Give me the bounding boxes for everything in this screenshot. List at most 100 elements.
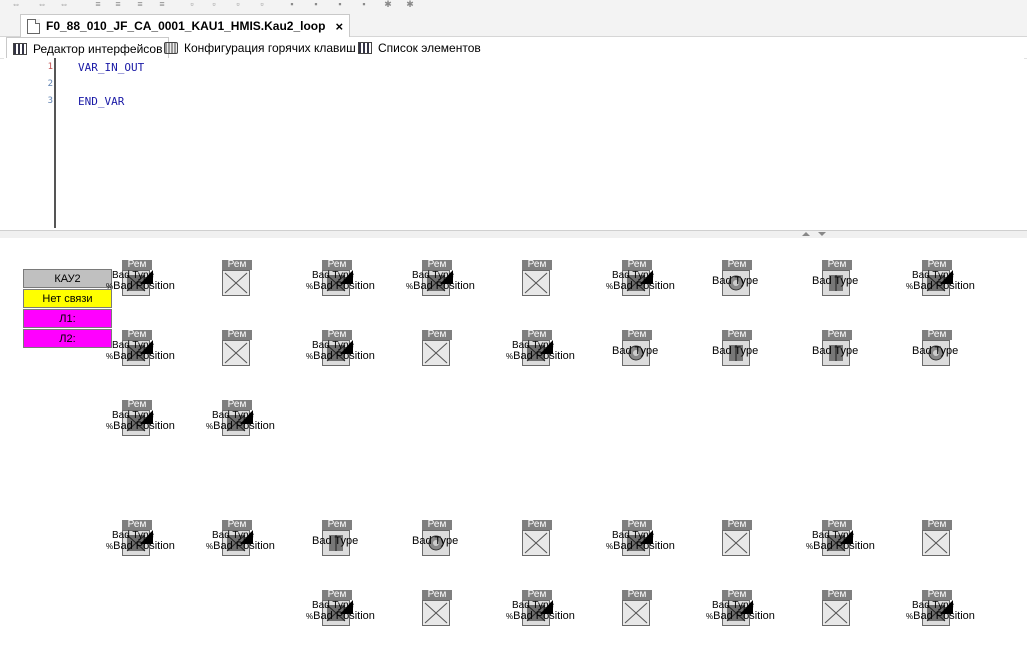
toolbar-order-icon[interactable]: ▪ bbox=[286, 0, 298, 9]
valve-widget[interactable]: Рем bbox=[700, 520, 770, 560]
widget-header: Рем bbox=[922, 590, 952, 600]
kau-title: КАУ2 bbox=[23, 269, 112, 288]
cross-icon bbox=[422, 340, 450, 366]
bad-position-label: %Bad Position bbox=[406, 281, 476, 292]
kau-line2: Л2: bbox=[23, 329, 112, 348]
bad-position-text: Bad Position bbox=[113, 350, 175, 362]
bad-type-label: Bad Type bbox=[712, 345, 759, 357]
bad-position-text: Bad Position bbox=[113, 280, 175, 292]
valve-widget[interactable]: Рем Bad Type bbox=[600, 330, 670, 370]
tab-label: Список элементов bbox=[378, 40, 481, 55]
toolbar-size-icon[interactable]: ▫ bbox=[186, 0, 198, 9]
valve-widget[interactable]: Рем bbox=[200, 260, 270, 300]
valve-widget[interactable]: Рем bbox=[500, 520, 570, 560]
bad-position-text: Bad Position bbox=[713, 610, 775, 622]
widget-header: Рем bbox=[122, 400, 152, 410]
widget-header: Рем bbox=[222, 330, 252, 340]
valve-widget[interactable]: Рем Bad Type %Bad Position bbox=[700, 590, 775, 630]
toolbar-size-icon[interactable]: ▫ bbox=[208, 0, 220, 9]
valve-widget[interactable]: Рем Bad Type %Bad Position bbox=[100, 330, 175, 370]
toolbar-size-icon[interactable]: ▫ bbox=[256, 0, 268, 9]
valve-widget[interactable]: Рем Bad Type %Bad Position bbox=[100, 520, 175, 560]
bad-position-label: %Bad Position bbox=[806, 541, 876, 552]
valve-widget[interactable]: Рем Bad Type bbox=[800, 260, 870, 300]
toolbar-distribute-icon[interactable]: ≡ bbox=[156, 0, 168, 9]
cross-icon bbox=[922, 530, 950, 556]
toolbar-distribute-icon[interactable]: ≡ bbox=[112, 0, 124, 9]
toolbar-align-icon[interactable]: ⇔ bbox=[10, 0, 22, 9]
valve-widget[interactable]: Рем bbox=[200, 330, 270, 370]
valve-widget[interactable]: Рем Bad Type %Bad Position bbox=[100, 260, 175, 300]
bad-position-label: %Bad Position bbox=[106, 351, 176, 362]
valve-widget[interactable]: Рем Bad Type bbox=[400, 520, 470, 560]
bad-position-label: %Bad Position bbox=[706, 611, 776, 622]
bad-position-text: Bad Position bbox=[213, 420, 275, 432]
line-number: 3 bbox=[47, 96, 53, 106]
widget-header: Рем bbox=[722, 590, 752, 600]
bad-position-label: %Bad Position bbox=[306, 611, 376, 622]
valve-widget[interactable]: Рем Bad Type %Bad Position bbox=[500, 590, 575, 630]
valve-widget[interactable]: Рем Bad Type bbox=[800, 330, 870, 370]
toolbar-order-icon[interactable]: ▪ bbox=[334, 0, 346, 9]
valve-widget[interactable]: Рем Bad Type bbox=[300, 520, 370, 560]
valve-widget[interactable]: Рем Bad Type bbox=[700, 330, 770, 370]
valve-widget[interactable]: Рем bbox=[900, 520, 970, 560]
valve-widget[interactable]: Рем Bad Type %Bad Position bbox=[600, 260, 675, 300]
tab-hotkey-config[interactable]: Конфигурация горячих клавиш bbox=[158, 37, 362, 58]
code-line[interactable]: VAR_IN_OUT bbox=[78, 61, 144, 74]
code-line[interactable]: END_VAR bbox=[78, 95, 124, 108]
toolbar-distribute-icon[interactable]: ≡ bbox=[92, 0, 104, 9]
bad-type-label: Bad Type bbox=[312, 535, 359, 547]
cross-icon bbox=[522, 270, 550, 296]
valve-widget[interactable]: Рем bbox=[800, 590, 870, 630]
kau-status: Нет связи bbox=[23, 289, 112, 308]
close-icon[interactable]: × bbox=[335, 19, 343, 34]
bad-position-label: %Bad Position bbox=[206, 541, 276, 552]
widget-header: Рем bbox=[422, 520, 452, 530]
valve-widget[interactable]: Рем bbox=[500, 260, 570, 300]
file-icon bbox=[27, 18, 40, 34]
valve-widget[interactable]: Рем Bad Type %Bad Position bbox=[800, 520, 875, 560]
collapse-up-icon[interactable] bbox=[802, 232, 810, 236]
valve-widget[interactable]: Рем Bad Type %Bad Position bbox=[300, 260, 375, 300]
code-editor[interactable]: 1 2 3 VAR_IN_OUT END_VAR bbox=[4, 58, 1024, 228]
valve-widget[interactable]: Рем Bad Type %Bad Position bbox=[100, 400, 175, 440]
bad-position-label: %Bad Position bbox=[606, 541, 676, 552]
widget-header: Рем bbox=[422, 330, 452, 340]
collapse-down-icon[interactable] bbox=[818, 232, 826, 236]
valve-widget[interactable]: Рем Bad Type %Bad Position bbox=[300, 590, 375, 630]
valve-widget[interactable]: Рем Bad Type %Bad Position bbox=[300, 330, 375, 370]
valve-widget[interactable]: Рем bbox=[600, 590, 670, 630]
valve-widget[interactable]: Рем Bad Type bbox=[900, 330, 970, 370]
tab-element-list[interactable]: Список элементов bbox=[352, 37, 487, 58]
toolbar-order-icon[interactable]: ▪ bbox=[310, 0, 322, 9]
valve-widget[interactable]: Рем Bad Type bbox=[700, 260, 770, 300]
document-tab[interactable]: F0_88_010_JF_CA_0001_KAU1_HMIS.Kau2_loop… bbox=[20, 14, 351, 37]
valve-widget[interactable]: Рем Bad Type %Bad Position bbox=[200, 400, 275, 440]
toolbar-bug-icon[interactable]: ✱ bbox=[382, 0, 394, 9]
editor-subtabs: Редактор интерфейсов Конфигурация горячи… bbox=[0, 37, 1027, 59]
toolbar-order-icon[interactable]: ▪ bbox=[358, 0, 370, 9]
toolbar-distribute-icon[interactable]: ≡ bbox=[134, 0, 146, 9]
tab-interface-editor[interactable]: Редактор интерфейсов bbox=[6, 37, 170, 59]
toolbar-align-icon[interactable]: ⇔ bbox=[36, 0, 48, 9]
valve-widget[interactable]: Рем bbox=[400, 330, 470, 370]
valve-widget[interactable]: Рем Bad Type %Bad Position bbox=[600, 520, 675, 560]
valve-widget[interactable]: Рем Bad Type %Bad Position bbox=[500, 330, 575, 370]
bad-position-text: Bad Position bbox=[613, 540, 675, 552]
valve-widget[interactable]: Рем Bad Type %Bad Position bbox=[900, 590, 975, 630]
toolbar-size-icon[interactable]: ▫ bbox=[232, 0, 244, 9]
cross-icon bbox=[222, 270, 250, 296]
widget-header: Рем bbox=[622, 330, 652, 340]
widget-header: Рем bbox=[722, 260, 752, 270]
valve-widget[interactable]: Рем Bad Type %Bad Position bbox=[900, 260, 975, 300]
toolbar-align-icon[interactable]: ⇔ bbox=[58, 0, 70, 9]
bad-position-text: Bad Position bbox=[313, 280, 375, 292]
valve-widget[interactable]: Рем Bad Type %Bad Position bbox=[200, 520, 275, 560]
widget-header: Рем bbox=[522, 520, 552, 530]
toolbar-bug-icon[interactable]: ✱ bbox=[404, 0, 416, 9]
valve-widget[interactable]: Рем bbox=[400, 590, 470, 630]
widget-header: Рем bbox=[622, 520, 652, 530]
bad-position-text: Bad Position bbox=[613, 280, 675, 292]
valve-widget[interactable]: Рем Bad Type %Bad Position bbox=[400, 260, 475, 300]
